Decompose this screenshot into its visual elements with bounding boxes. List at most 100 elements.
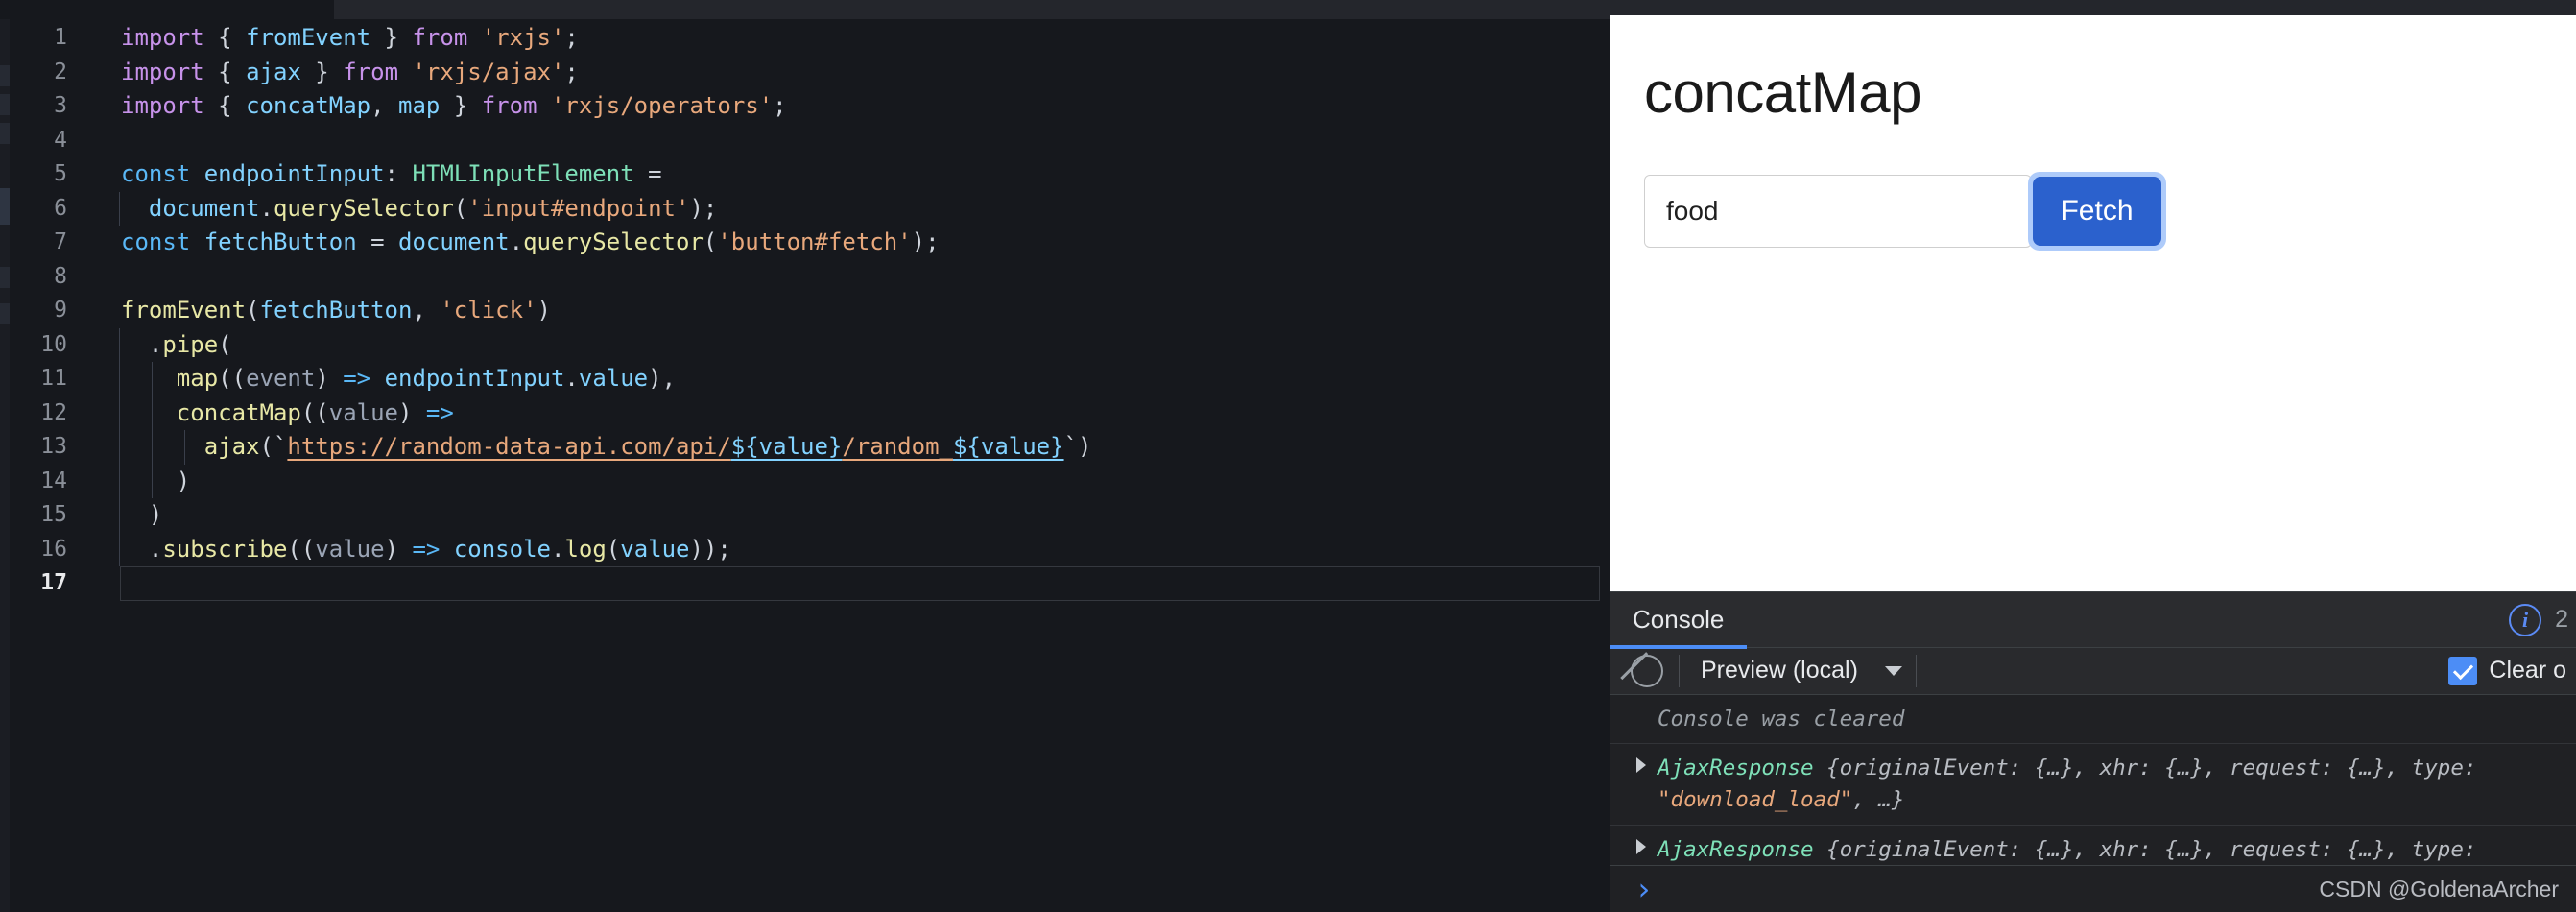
code-line[interactable]: 10 .pipe(	[0, 327, 1610, 362]
token-arrow: =>	[343, 365, 371, 392]
endpoint-input[interactable]	[1644, 175, 2032, 248]
code-line[interactable]: 1 import { fromEvent } from 'rxjs';	[0, 21, 1610, 56]
token-from: from	[481, 92, 537, 119]
token-paren: (	[606, 535, 621, 563]
line-text[interactable]: map((event) => endpointInput.value),	[84, 362, 676, 396]
indent-guide	[184, 430, 185, 465]
code-line[interactable]: 9 fromEvent(fetchButton, 'click')	[0, 294, 1610, 328]
code-line[interactable]: 16 .subscribe((value) => console.log(val…	[0, 532, 1610, 566]
code-line[interactable]: 7 const fetchButton = document.querySele…	[0, 226, 1610, 260]
line-text[interactable]: import { ajax } from 'rxjs/ajax';	[84, 56, 579, 90]
console-input-prompt[interactable]: › CSDN @GoldenaArcher	[1610, 865, 2576, 912]
code-line[interactable]: 3 import { concatMap, map } from 'rxjs/o…	[0, 89, 1610, 124]
indent-guide	[119, 498, 120, 533]
token-arrow: =>	[425, 398, 454, 426]
console-context-select[interactable]: Preview (local)	[1680, 657, 1916, 684]
token-value-param: value	[328, 398, 398, 426]
line-text[interactable]: .pipe(	[84, 327, 232, 362]
code-line[interactable]: 14 )	[0, 464, 1610, 498]
console-entry-object[interactable]: AjaxResponse {originalEvent: {…}, xhr: {…	[1610, 744, 2576, 826]
token-click: 'click'	[440, 297, 537, 324]
token-paren: )	[398, 398, 426, 426]
fetch-button-focus-ring: Fetch	[2028, 172, 2166, 251]
fetch-button[interactable]: Fetch	[2033, 177, 2161, 246]
token-const: const	[121, 228, 191, 255]
line-number: 2	[54, 59, 67, 84]
token-dot: .	[564, 365, 579, 392]
code-line[interactable]: 11 map((event) => endpointInput.value),	[0, 362, 1610, 396]
line-text[interactable]: )	[84, 464, 190, 498]
code-line-current[interactable]: 17	[0, 566, 1610, 601]
token-pipe: pipe	[162, 330, 219, 358]
expand-triangle-icon[interactable]	[1636, 838, 1646, 854]
token-module: 'rxjs/ajax'	[412, 58, 565, 85]
console-object-preview	[1814, 756, 1827, 780]
ide-window: 1 import { fromEvent } from 'rxjs'; 2 im…	[0, 0, 2576, 912]
console-tab-bar[interactable]: Console i 2	[1610, 592, 2576, 649]
token-selector: 'button#fetch'	[717, 228, 912, 255]
tab-console[interactable]: Console	[1610, 592, 1748, 649]
console-object-name: AjaxResponse	[1658, 836, 1814, 862]
clear-console-icon[interactable]	[1631, 654, 1663, 687]
token-document: document	[398, 228, 510, 255]
prompt-caret-icon: ›	[1634, 871, 1654, 908]
token-fromEvent-call: fromEvent	[121, 297, 247, 324]
console-toolbar-right: Clear o	[2448, 656, 2566, 685]
line-number: 14	[40, 468, 67, 493]
devtools-console-panel: Console i 2 Preview (local) Clear o Cons…	[1610, 591, 2576, 912]
code-line[interactable]: 4	[0, 124, 1610, 158]
line-text[interactable]: import { fromEvent } from 'rxjs';	[84, 21, 579, 56]
editor-tab-bar[interactable]	[0, 0, 1610, 19]
console-object-body: {originalEvent: {…}, xhr: {…}, request: …	[1826, 756, 2477, 781]
preview-frame: concatMap Fetch	[1610, 15, 2576, 591]
console-log-list[interactable]: Console was cleared AjaxResponse {origin…	[1610, 694, 2576, 866]
token-indent: .	[121, 535, 163, 563]
info-icon[interactable]: i	[2509, 603, 2542, 636]
code-line[interactable]: 8	[0, 260, 1610, 295]
code-line[interactable]: 5 const endpointInput: HTMLInputElement …	[0, 157, 1610, 192]
line-number: 10	[40, 331, 67, 357]
editor-active-tab[interactable]	[0, 0, 334, 19]
line-text[interactable]: document.querySelector('input#endpoint')…	[84, 191, 717, 226]
token-ajax-call: ajax	[203, 433, 260, 460]
console-entry-object[interactable]: AjaxResponse {originalEvent: {…}, xhr: {…	[1610, 826, 2576, 866]
code-line[interactable]: 6 document.querySelector('input#endpoint…	[0, 191, 1610, 226]
code-content[interactable]: 1 import { fromEvent } from 'rxjs'; 2 im…	[0, 21, 1610, 912]
token-paren: ),	[648, 365, 677, 392]
expand-triangle-icon[interactable]	[1636, 757, 1646, 774]
token-map: map	[398, 92, 441, 119]
line-text[interactable]: const fetchButton = document.querySelect…	[84, 226, 940, 260]
token-log: log	[564, 535, 607, 563]
code-line[interactable]: 13 ajax(`https://random-data-api.com/api…	[0, 430, 1610, 465]
token-import: import	[121, 92, 204, 119]
preview-tab-bar[interactable]	[1610, 0, 2576, 15]
line-text[interactable]: const endpointInput: HTMLInputElement =	[84, 157, 662, 192]
line-text[interactable]: )	[84, 498, 162, 533]
token-paren: ));	[689, 535, 731, 563]
code-line[interactable]: 15 )	[0, 498, 1610, 533]
token-indent: .	[121, 330, 163, 358]
line-text[interactable]	[84, 124, 121, 158]
token-map-call: map	[176, 365, 219, 392]
line-text[interactable]	[84, 566, 121, 601]
token-paren: ((	[287, 535, 316, 563]
current-line-highlight	[120, 566, 1600, 601]
line-text[interactable]: ajax(`https://random-data-api.com/api/${…	[84, 430, 1091, 465]
indent-guide	[152, 362, 153, 396]
line-number: 4	[54, 127, 67, 153]
line-number: 8	[54, 263, 67, 289]
line-text[interactable]: import { concatMap, map } from 'rxjs/ope…	[84, 89, 787, 124]
line-text[interactable]: fromEvent(fetchButton, 'click')	[84, 294, 551, 328]
line-text[interactable]	[84, 260, 121, 295]
token-import: import	[121, 58, 204, 85]
line-text[interactable]: .subscribe((value) => console.log(value)…	[84, 532, 731, 566]
token-ajax: ajax	[246, 58, 301, 85]
code-line[interactable]: 12 concatMap((value) =>	[0, 396, 1610, 430]
line-number: 15	[40, 502, 67, 527]
line-text[interactable]: concatMap((value) =>	[84, 396, 454, 430]
code-line[interactable]: 2 import { ajax } from 'rxjs/ajax';	[0, 56, 1610, 90]
clear-on-reload-checkbox[interactable]	[2448, 656, 2478, 685]
